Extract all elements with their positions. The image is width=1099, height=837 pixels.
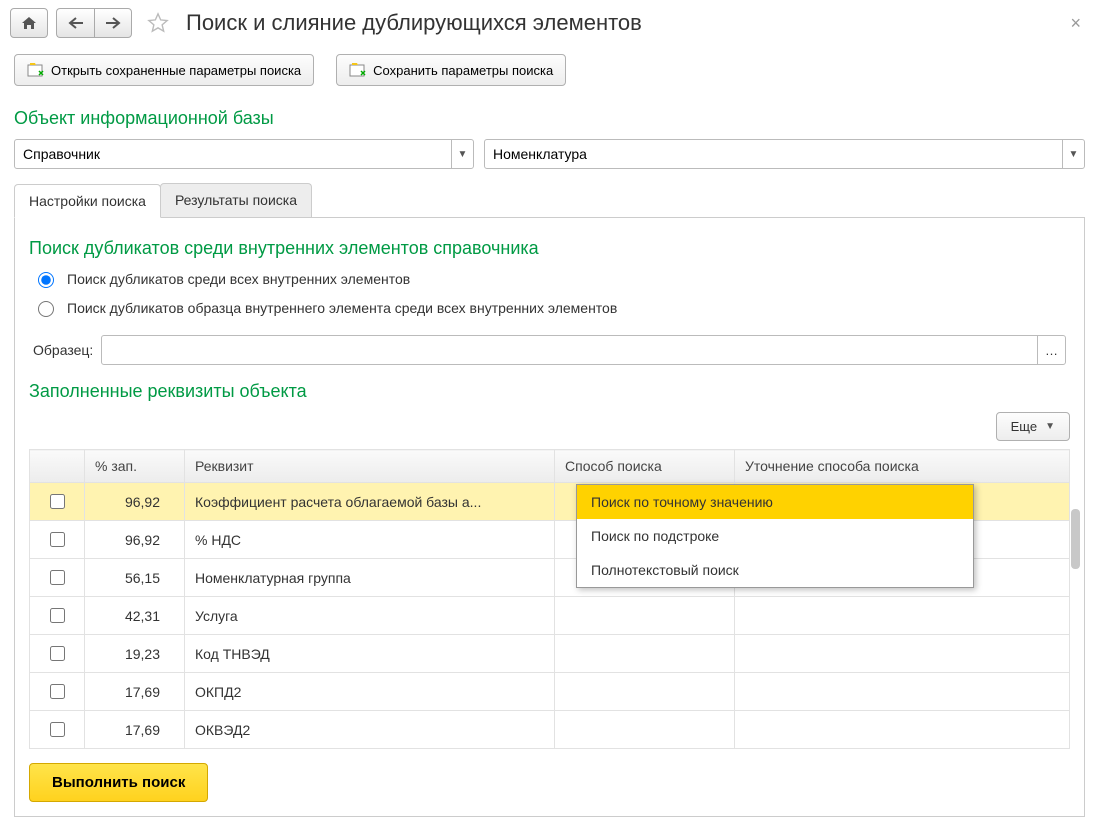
- search-method-dropdown: Поиск по точному значению Поиск по подст…: [576, 484, 974, 588]
- row-req: Услуга: [185, 597, 555, 635]
- row-req: Коэффициент расчета облагаемой базы а...: [185, 483, 555, 521]
- radio-search-all-label: Поиск дубликатов среди всех внутренних э…: [67, 271, 410, 287]
- home-button[interactable]: [10, 8, 48, 38]
- favorite-star-icon[interactable]: [144, 9, 172, 37]
- object-ref-combo[interactable]: [485, 140, 1062, 168]
- row-method[interactable]: [555, 711, 735, 749]
- dropdown-opt-substring[interactable]: Поиск по подстроке: [577, 519, 973, 553]
- row-pct: 17,69: [85, 711, 185, 749]
- row-pct: 42,31: [85, 597, 185, 635]
- forward-button[interactable]: [94, 8, 132, 38]
- open-saved-params-button[interactable]: Открыть сохраненные параметры поиска: [14, 54, 314, 86]
- object-type-dropdown-icon[interactable]: ▼: [451, 140, 473, 168]
- tab-search-results[interactable]: Результаты поиска: [160, 183, 312, 217]
- row-pct: 96,92: [85, 483, 185, 521]
- radio-search-sample[interactable]: [38, 301, 54, 317]
- section-inner-search-header: Поиск дубликатов среди внутренних элемен…: [29, 238, 1070, 259]
- save-params-icon: [349, 61, 367, 79]
- back-button[interactable]: [56, 8, 94, 38]
- row-pct: 17,69: [85, 673, 185, 711]
- run-search-button[interactable]: Выполнить поиск: [29, 763, 208, 802]
- row-detail[interactable]: [735, 711, 1070, 749]
- scroll-thumb[interactable]: [1071, 509, 1080, 569]
- save-params-label: Сохранить параметры поиска: [373, 63, 553, 78]
- row-req: Код ТНВЭД: [185, 635, 555, 673]
- row-checkbox[interactable]: [50, 722, 65, 737]
- row-checkbox[interactable]: [50, 646, 65, 661]
- open-params-label: Открыть сохраненные параметры поиска: [51, 63, 301, 78]
- row-req: % НДС: [185, 521, 555, 559]
- row-checkbox[interactable]: [50, 608, 65, 623]
- col-method: Способ поиска: [555, 450, 735, 483]
- row-checkbox[interactable]: [50, 494, 65, 509]
- radio-search-all[interactable]: [38, 272, 54, 288]
- tab-search-settings[interactable]: Настройки поиска: [14, 184, 161, 218]
- row-detail[interactable]: [735, 673, 1070, 711]
- more-label: Еще: [1011, 419, 1037, 434]
- chevron-down-icon: ▼: [1045, 421, 1055, 432]
- row-checkbox[interactable]: [50, 570, 65, 585]
- page-title: Поиск и слияние дублирующихся элементов: [186, 10, 642, 36]
- row-method[interactable]: [555, 673, 735, 711]
- save-params-button[interactable]: Сохранить параметры поиска: [336, 54, 566, 86]
- object-ref-dropdown-icon[interactable]: ▼: [1062, 140, 1084, 168]
- more-button[interactable]: Еще ▼: [996, 412, 1070, 441]
- open-params-icon: [27, 61, 45, 79]
- section-object-header: Объект информационной базы: [14, 108, 1085, 129]
- row-detail[interactable]: [735, 635, 1070, 673]
- row-method[interactable]: [555, 597, 735, 635]
- close-button[interactable]: ×: [1062, 13, 1089, 34]
- object-type-combo[interactable]: [15, 140, 451, 168]
- row-checkbox[interactable]: [50, 532, 65, 547]
- col-pct: % зап.: [85, 450, 185, 483]
- grid-scrollbar[interactable]: [1071, 499, 1080, 749]
- row-detail[interactable]: [735, 597, 1070, 635]
- row-pct: 96,92: [85, 521, 185, 559]
- row-pct: 56,15: [85, 559, 185, 597]
- row-method[interactable]: [555, 635, 735, 673]
- dropdown-opt-exact[interactable]: Поиск по точному значению: [577, 485, 973, 519]
- table-row[interactable]: 42,31Услуга: [30, 597, 1070, 635]
- sample-select-button[interactable]: …: [1037, 336, 1065, 364]
- col-detail: Уточнение способа поиска: [735, 450, 1070, 483]
- row-checkbox[interactable]: [50, 684, 65, 699]
- row-req: ОКВЭД2: [185, 711, 555, 749]
- row-req: Номенклатурная группа: [185, 559, 555, 597]
- sample-label: Образец:: [33, 342, 93, 358]
- table-row[interactable]: 19,23Код ТНВЭД: [30, 635, 1070, 673]
- row-req: ОКПД2: [185, 673, 555, 711]
- radio-search-sample-label: Поиск дубликатов образца внутреннего эле…: [67, 300, 617, 316]
- section-filled-req-header: Заполненные реквизиты объекта: [29, 381, 1070, 402]
- row-pct: 19,23: [85, 635, 185, 673]
- col-check: [30, 450, 85, 483]
- table-row[interactable]: 17,69ОКВЭД2: [30, 711, 1070, 749]
- table-row[interactable]: 17,69ОКПД2: [30, 673, 1070, 711]
- col-req: Реквизит: [185, 450, 555, 483]
- sample-input[interactable]: [102, 336, 1037, 364]
- dropdown-opt-fulltext[interactable]: Полнотекстовый поиск: [577, 553, 973, 587]
